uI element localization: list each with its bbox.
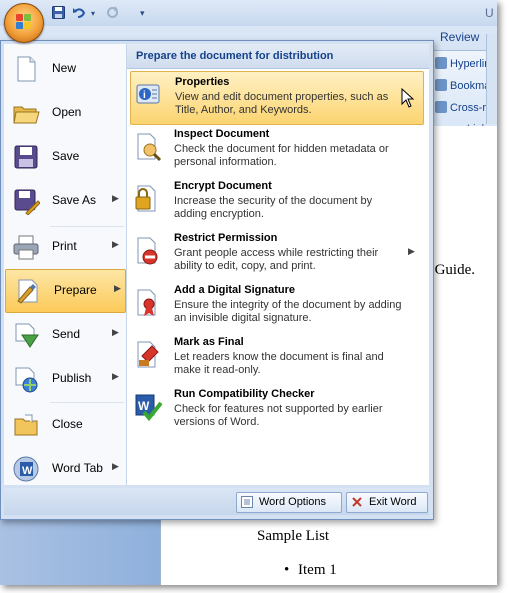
cross-reference-button[interactable]: Cross-re — [435, 101, 492, 114]
chevron-right-icon: ▶ — [112, 461, 119, 471]
properties-icon: i — [135, 80, 163, 110]
word-tab-icon: W — [12, 455, 40, 483]
prepare-icon — [14, 277, 42, 305]
close-folder-icon — [12, 411, 40, 439]
new-document-icon — [12, 55, 40, 83]
office-button[interactable] — [4, 3, 44, 43]
save-icon[interactable] — [52, 6, 65, 22]
menu-item-print[interactable]: Print ▶ — [4, 226, 126, 268]
open-folder-icon — [12, 99, 40, 127]
save-as-icon — [12, 187, 41, 216]
word-window: ▾ ▾ U Review Hyperlin Bookma Cross-re Li… — [0, 0, 497, 585]
bookmark-icon — [435, 79, 447, 91]
submenu-item-encrypt-document[interactable]: Encrypt Document Increase the security o… — [127, 176, 429, 228]
word-options-button[interactable]: Word Options — [236, 492, 342, 513]
office-menu-footer: Word Options Exit Word — [4, 488, 429, 515]
svg-text:i: i — [143, 90, 146, 101]
svg-text:W: W — [138, 399, 150, 413]
document-heading-sample-list: Sample List — [257, 528, 330, 544]
chevron-right-icon: ▶ — [112, 327, 119, 337]
title-fragment: U — [485, 6, 494, 20]
submenu-item-restrict-permission[interactable]: Restrict Permission Grant people access … — [127, 228, 429, 280]
send-icon — [12, 321, 40, 349]
menu-item-prepare[interactable]: Prepare ▶ — [5, 269, 126, 313]
undo-icon[interactable] — [72, 6, 86, 22]
title-bar: ▾ ▾ U — [0, 0, 497, 27]
prepare-submenu: Prepare the document for distribution i … — [127, 44, 429, 485]
menu-item-save-as[interactable]: Save As ▶ — [4, 180, 126, 222]
submenu-item-inspect-document[interactable]: Inspect Document Check the document for … — [127, 124, 429, 176]
exit-icon — [351, 496, 363, 508]
office-logo-icon — [16, 14, 32, 30]
bullet: • — [284, 562, 290, 578]
inspect-document-icon — [134, 132, 162, 162]
hyperlink-button[interactable]: Hyperlin — [435, 57, 490, 70]
chevron-right-icon: ▶ — [408, 246, 415, 256]
chevron-right-icon: ▶ — [112, 239, 119, 249]
office-menu-commands: New Open Save Save As ▶ Print ▶ Prepare … — [4, 44, 127, 485]
publish-icon — [12, 365, 40, 393]
printer-icon — [12, 233, 40, 261]
chevron-right-icon: ▶ — [112, 371, 119, 381]
menu-item-close[interactable]: Close — [4, 404, 126, 446]
undo-dropdown-icon[interactable]: ▾ — [91, 9, 95, 18]
exit-word-button[interactable]: Exit Word — [346, 492, 428, 513]
mark-final-icon — [134, 340, 162, 370]
restrict-permission-icon — [134, 236, 162, 266]
hyperlink-icon — [435, 57, 447, 69]
bookmark-button[interactable]: Bookma — [435, 79, 490, 92]
menu-separator — [50, 402, 124, 403]
svg-text:W: W — [22, 465, 33, 477]
save-disk-icon — [12, 143, 40, 171]
submenu-item-compatibility-checker[interactable]: W Run Compatibility Checker Check for fe… — [127, 384, 429, 436]
compatibility-checker-icon: W — [134, 392, 163, 422]
cross-reference-icon — [435, 101, 447, 113]
menu-item-save[interactable]: Save — [4, 136, 126, 178]
menu-item-open[interactable]: Open — [4, 92, 126, 134]
options-icon — [241, 496, 253, 508]
chevron-right-icon: ▶ — [112, 193, 119, 203]
customize-qat-icon[interactable]: ▾ — [140, 8, 145, 19]
redo-icon[interactable] — [106, 6, 119, 22]
menu-item-send[interactable]: Send ▶ — [4, 314, 126, 356]
office-menu: New Open Save Save As ▶ Print ▶ Prepare … — [0, 40, 434, 520]
menu-item-word-tab[interactable]: W Word Tab ▶ — [4, 448, 126, 490]
submenu-item-digital-signature[interactable]: Add a Digital Signature Ensure the integ… — [127, 280, 429, 332]
menu-item-new[interactable]: New — [4, 48, 126, 90]
chevron-right-icon: ▶ — [114, 283, 121, 293]
mouse-cursor-icon — [401, 87, 415, 108]
menu-item-publish[interactable]: Publish ▶ — [4, 358, 126, 400]
submenu-item-mark-as-final[interactable]: Mark as Final Let readers know the docum… — [127, 332, 429, 384]
submenu-header: Prepare the document for distribution — [127, 44, 429, 69]
tab-review[interactable]: Review — [440, 30, 479, 44]
digital-signature-icon — [134, 288, 162, 318]
submenu-item-properties[interactable]: i Properties View and edit document prop… — [130, 71, 424, 125]
document-list-item: • Item 1 — [284, 562, 337, 578]
encrypt-lock-icon — [134, 184, 162, 214]
ribbon-scrollbar[interactable] — [486, 34, 497, 124]
